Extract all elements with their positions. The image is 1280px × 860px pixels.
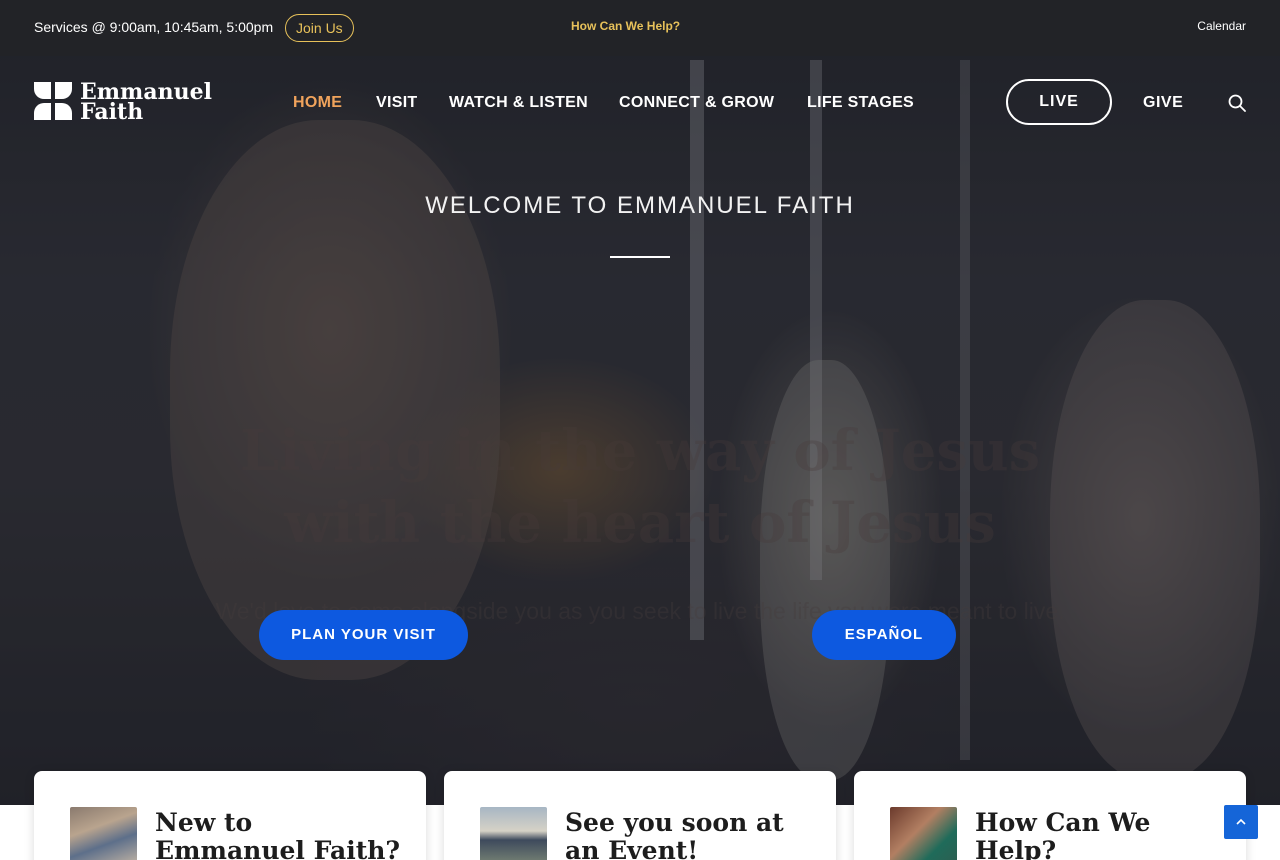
espanol-button[interactable]: ESPAÑOL [812,610,956,660]
service-times: Services @ 9:00am, 10:45am, 5:00pm [34,19,274,35]
logo-wordmark: Emmanuel Faith [80,79,212,125]
card-new-here[interactable]: New to Emmanuel Faith? Start here! [34,771,426,860]
card-title: How Can We Help? [975,808,1151,860]
live-button[interactable]: LIVE [1006,79,1112,125]
top-bar: Services @ 9:00am, 10:45am, 5:00pm Join … [0,0,1280,56]
card-help[interactable]: How Can We Help? [854,771,1246,860]
search-icon[interactable] [1228,94,1246,112]
welcome-heading: WELCOME TO EMMANUEL FAITH [425,192,855,219]
logo-cross-icon [34,82,74,122]
plan-your-visit-button[interactable]: PLAN YOUR VISIT [259,610,468,660]
card-title: See you soon at an Event! [565,808,784,860]
how-can-we-help-link[interactable]: How Can We Help? [571,19,680,33]
give-link[interactable]: GIVE [1143,94,1183,112]
card-thumbnail [70,807,137,860]
nav-connect-grow[interactable]: CONNECT & GROW [619,94,774,112]
nav-life-stages[interactable]: LIFE STAGES [807,94,914,112]
nav-visit[interactable]: VISIT [376,94,418,112]
card-thumbnail [890,807,957,860]
card-events[interactable]: See you soon at an Event! [444,771,836,860]
nav-watch-listen[interactable]: WATCH & LISTEN [449,94,588,112]
heading-divider [610,256,670,258]
card-thumbnail [480,807,547,860]
chevron-up-icon [1236,818,1246,825]
scroll-to-top-button[interactable] [1224,805,1258,839]
nav-home[interactable]: HOME [293,94,342,112]
join-us-button[interactable]: Join Us [285,14,354,42]
hero-headline: Living in the way of Jesus with the hear… [239,418,1041,556]
site-logo[interactable]: Emmanuel Faith [34,80,224,124]
calendar-link[interactable]: Calendar [1197,19,1246,33]
card-title: New to Emmanuel Faith? Start here! [155,808,401,860]
